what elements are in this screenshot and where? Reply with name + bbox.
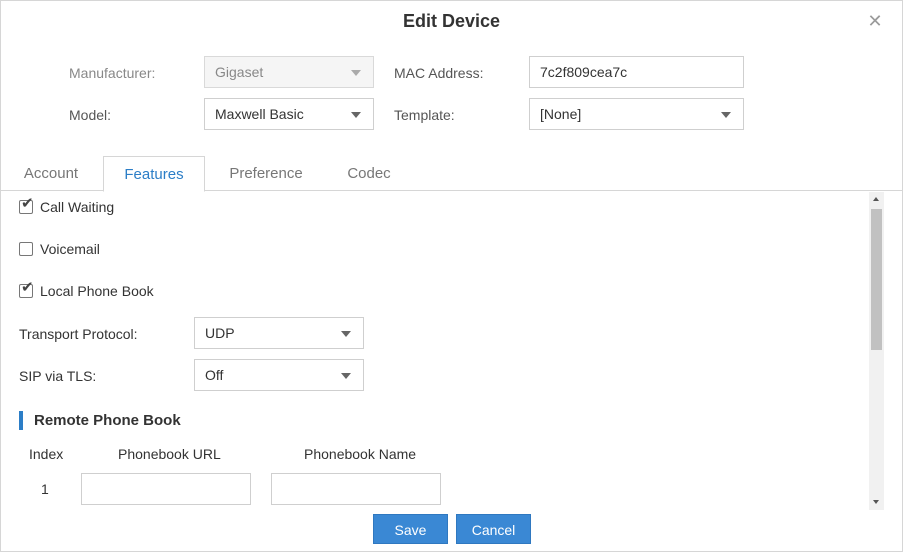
remote-phone-book-heading: Remote Phone Book <box>19 411 181 430</box>
template-value: [None] <box>540 106 582 122</box>
chevron-down-icon <box>721 112 731 118</box>
model-value: Maxwell Basic <box>215 106 304 122</box>
chevron-down-icon <box>351 112 361 118</box>
voicemail-label: Voicemail <box>40 241 100 257</box>
call-waiting-label: Call Waiting <box>40 199 115 215</box>
local-phone-book-label: Local Phone Book <box>40 283 154 299</box>
chevron-down-icon <box>341 331 351 337</box>
manufacturer-label: Manufacturer: <box>69 65 156 81</box>
phonebook-name-input[interactable] <box>271 473 441 505</box>
model-select[interactable]: Maxwell Basic <box>204 98 374 130</box>
tab-preference[interactable]: Preference <box>215 156 317 191</box>
checkmark-icon: ✔ <box>21 195 34 212</box>
row-index: 1 <box>41 481 49 497</box>
mac-address-value: 7c2f809cea7c <box>540 64 628 80</box>
column-header-phonebook-name: Phonebook Name <box>304 446 417 462</box>
sip-via-tls-label: SIP via TLS: <box>19 368 97 384</box>
section-accent-bar <box>19 411 23 430</box>
chevron-down-icon <box>351 70 361 76</box>
local-phone-book-checkbox[interactable]: ✔ <box>19 280 34 298</box>
template-label: Template: <box>394 107 455 123</box>
local-phone-book-option[interactable]: ✔ Local Phone Book <box>19 280 154 300</box>
chevron-down-icon <box>341 373 351 379</box>
manufacturer-value: Gigaset <box>215 64 264 80</box>
column-header-phonebook-url: Phonebook URL <box>118 446 221 462</box>
tab-features[interactable]: Features <box>103 156 205 192</box>
close-icon[interactable]: ✕ <box>866 12 884 30</box>
features-panel: ✔ Call Waiting Voicemail ✔ Local Phone B… <box>1 192 867 510</box>
scroll-down-arrow-icon[interactable] <box>869 495 884 510</box>
tab-codec[interactable]: Codec <box>327 156 411 191</box>
save-button[interactable]: Save <box>373 514 448 544</box>
transport-protocol-select[interactable]: UDP <box>194 317 364 349</box>
sip-via-tls-value: Off <box>205 367 224 383</box>
mac-address-label: MAC Address: <box>394 65 484 81</box>
vertical-scrollbar[interactable] <box>869 192 884 510</box>
transport-protocol-value: UDP <box>205 325 235 341</box>
scrollbar-thumb[interactable] <box>871 209 882 350</box>
tab-account[interactable]: Account <box>5 156 97 191</box>
call-waiting-checkbox[interactable]: ✔ <box>19 196 34 214</box>
tab-bar: Account Features Preference Codec <box>1 156 902 192</box>
voicemail-option[interactable]: Voicemail <box>19 240 100 258</box>
transport-protocol-label: Transport Protocol: <box>19 326 138 342</box>
dialog-title: Edit Device <box>402 11 501 31</box>
remote-phone-book-title: Remote Phone Book <box>34 412 181 429</box>
column-header-index: Index <box>29 446 64 462</box>
edit-device-dialog: Edit Device ✕ Manufacturer: Gigaset MAC … <box>0 0 903 552</box>
model-label: Model: <box>69 107 112 123</box>
scroll-up-arrow-icon[interactable] <box>869 192 884 207</box>
call-waiting-option[interactable]: ✔ Call Waiting <box>19 196 115 216</box>
checkmark-icon: ✔ <box>21 279 34 296</box>
voicemail-checkbox[interactable] <box>19 242 33 256</box>
template-select[interactable]: [None] <box>529 98 744 130</box>
phonebook-url-input[interactable] <box>81 473 251 505</box>
cancel-button[interactable]: Cancel <box>456 514 531 544</box>
mac-address-input[interactable]: 7c2f809cea7c <box>529 56 744 88</box>
manufacturer-select: Gigaset <box>204 56 374 88</box>
sip-via-tls-select[interactable]: Off <box>194 359 364 391</box>
